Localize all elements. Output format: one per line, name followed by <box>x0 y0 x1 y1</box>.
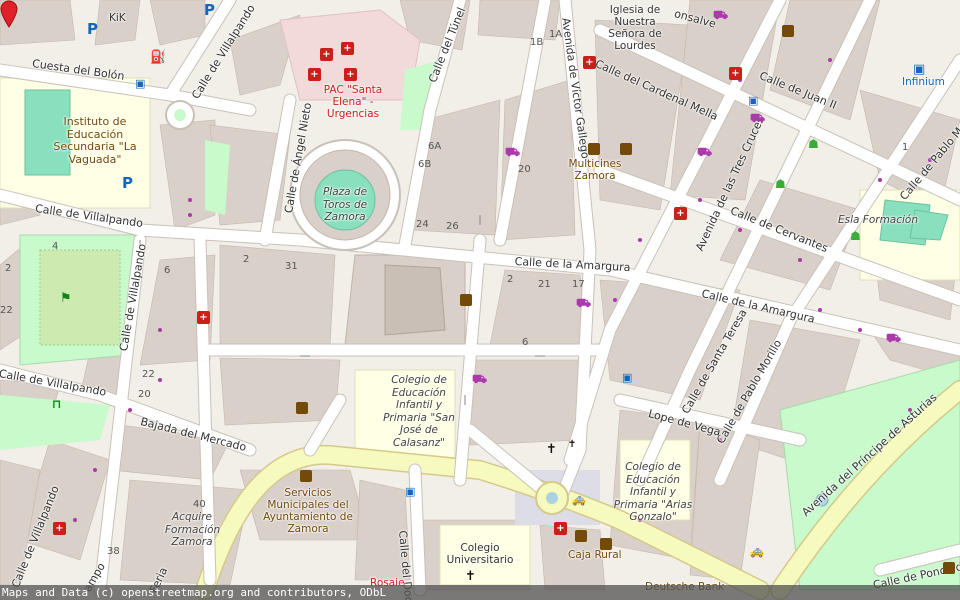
house-number: 38 <box>107 546 120 557</box>
office-label: Esla Formación <box>838 214 919 226</box>
house-number: 1 <box>902 142 909 153</box>
bank-icon[interactable] <box>575 530 587 542</box>
house-number: 20 <box>138 389 151 400</box>
parking-icon[interactable]: P <box>87 22 98 37</box>
shop-cart-icon[interactable]: ⛟ <box>713 9 728 21</box>
government-icon[interactable] <box>300 470 312 482</box>
church-icon[interactable]: ✝ <box>465 570 476 583</box>
bus-stop-icon[interactable]: ▣ <box>748 95 758 106</box>
hospital-icon[interactable]: + <box>320 48 333 61</box>
pharmacy-icon[interactable]: + <box>197 311 210 324</box>
shop-cart-icon[interactable]: ⛟ <box>886 332 901 344</box>
house-number: 20 <box>518 164 531 175</box>
hospital-icon[interactable]: + <box>341 42 354 55</box>
house-number: 17 <box>572 279 585 290</box>
bank-icon[interactable] <box>943 562 955 574</box>
hospital-label: PAC "Santa Elena" - Urgencias <box>323 84 383 121</box>
bus-stop-icon[interactable]: ▣ <box>405 486 415 497</box>
cinema-icon[interactable] <box>588 143 600 155</box>
pharmacy-icon[interactable]: + <box>53 522 66 535</box>
street-map[interactable]: Cuesta del Bolón Calle de Villalpando Ca… <box>0 0 960 600</box>
church-label: Iglesia de Nuestra Señora de Lourdes <box>608 4 662 53</box>
bank-label: Caja Rural <box>568 549 622 561</box>
house-number: 6A <box>428 141 442 152</box>
location-pin-icon[interactable] <box>0 0 18 28</box>
office-label: Acquire Formación Zamora <box>165 511 221 549</box>
shop-cart-icon[interactable]: ⛟ <box>505 146 520 158</box>
shop-cart-icon[interactable]: ⛟ <box>576 297 591 309</box>
house-number: 31 <box>285 261 298 272</box>
house-number: 6 <box>164 265 171 276</box>
parking-icon[interactable]: P <box>204 3 215 18</box>
school-label: Instituto de Educación Secundaria "La Va… <box>53 115 137 166</box>
monument-icon[interactable] <box>460 294 472 306</box>
hospital-icon[interactable]: + <box>308 68 321 81</box>
school-label: Colegio de Educación Infantil y Primaria… <box>383 374 455 449</box>
house-number: 1B <box>530 37 544 48</box>
house-number: 21 <box>538 279 551 290</box>
house-number: 1A <box>549 29 563 40</box>
attribution-bar: Maps and Data (c) openstreetmap.org and … <box>0 585 960 600</box>
bus-stop-icon[interactable]: ▣ <box>135 78 145 89</box>
shop-label: Infinium <box>902 76 945 88</box>
sports-icon[interactable]: ☗ <box>808 138 819 150</box>
cinema-label: Multicines Zamora <box>568 158 622 183</box>
house-number: 22 <box>142 369 155 380</box>
house-number: 22 <box>0 305 13 316</box>
shop-label: KiK <box>109 12 126 24</box>
sports-icon[interactable]: ☗ <box>850 230 861 242</box>
government-label: Servicios Municipales del Ayuntamiento d… <box>263 487 353 536</box>
house-number: 24 <box>416 219 429 230</box>
school-label: Colegio Universitario <box>446 542 514 567</box>
taxi-icon[interactable]: 🚕 <box>571 493 586 505</box>
parking-icon[interactable]: P <box>122 176 133 191</box>
school-label: Colegio de Educación Infantil y Primaria… <box>613 461 693 524</box>
pharmacy-icon[interactable]: + <box>674 207 687 220</box>
house-number: 6B <box>418 159 432 170</box>
sports-icon[interactable]: ☗ <box>775 178 786 190</box>
house-number: 40 <box>193 499 206 510</box>
hospital-icon[interactable]: + <box>344 68 357 81</box>
shop-cart-icon[interactable]: ⛟ <box>750 112 765 124</box>
church-icon[interactable]: ✝ <box>546 443 557 456</box>
house-number: 2 <box>507 274 514 285</box>
bullring-label: Plaza de Toros de Zamora <box>322 186 368 224</box>
house-number: 26 <box>446 221 459 232</box>
shop-cart-icon[interactable]: ⛟ <box>472 373 487 385</box>
house-number: 2 <box>243 254 250 265</box>
cinema-icon[interactable] <box>620 143 632 155</box>
fuel-station-icon[interactable]: ⛽ <box>150 51 166 64</box>
bank-icon[interactable] <box>782 25 794 37</box>
house-number: 4 <box>52 241 59 252</box>
picnic-icon[interactable]: ⊓ <box>52 398 62 410</box>
government-icon[interactable] <box>296 402 308 414</box>
pharmacy-icon[interactable]: + <box>729 67 742 80</box>
house-number: 6 <box>522 337 529 348</box>
pharmacy-icon[interactable]: + <box>583 56 596 69</box>
bank-icon[interactable] <box>600 538 612 550</box>
bus-stop-icon[interactable]: ▣ <box>622 372 632 383</box>
pharmacy-icon[interactable]: + <box>554 522 567 535</box>
bus-stop-icon[interactable]: ▣ <box>913 63 925 76</box>
taxi-icon[interactable]: 🚕 <box>749 545 764 557</box>
attribution-text: Maps and Data (c) openstreetmap.org and … <box>2 586 387 599</box>
shop-cart-icon[interactable]: ⛟ <box>697 146 712 158</box>
church-icon[interactable]: ✝ <box>568 440 576 450</box>
playground-icon[interactable]: ⚑ <box>60 292 72 305</box>
house-number: 2 <box>5 263 12 274</box>
